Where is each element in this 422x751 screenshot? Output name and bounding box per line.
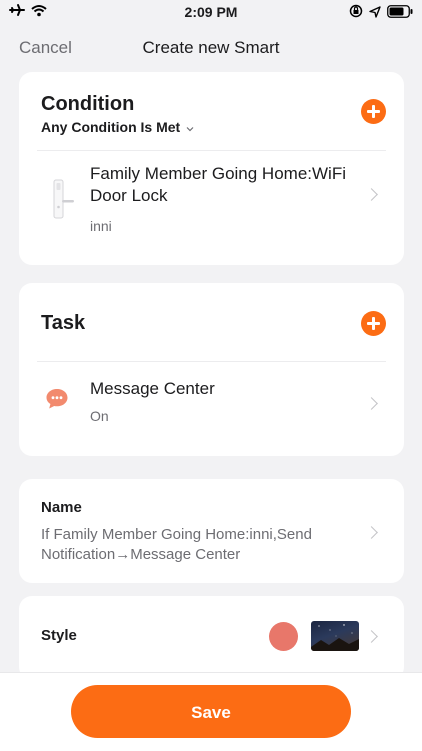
name-label: Name (41, 499, 82, 516)
add-condition-button[interactable] (361, 99, 386, 124)
condition-title: Condition (41, 93, 135, 115)
save-bar: Save (0, 672, 422, 751)
add-task-button[interactable] (361, 311, 386, 336)
condition-item[interactable]: Family Member Going Home:WiFi Door Lock … (19, 151, 404, 265)
name-card[interactable]: Name If Family Member Going Home:inni,Se… (19, 479, 404, 583)
location-icon (369, 5, 381, 23)
page-title: Create new Smart (142, 38, 280, 57)
chevron-right-icon (365, 397, 378, 410)
task-card: Task Message Center On (19, 283, 404, 456)
task-title: Task (41, 312, 86, 334)
name-value: If Family Member Going Home:inni,Send No… (41, 526, 312, 563)
battery-icon (387, 4, 413, 23)
task-item-subtitle: On (90, 408, 109, 424)
message-center-icon (45, 387, 69, 416)
orientation-lock-icon (349, 4, 363, 23)
status-right (349, 4, 413, 23)
nav-bar: Cancel Create new Smart (0, 30, 422, 66)
status-bar: 2:09 PM (0, 0, 422, 26)
condition-mode-label: Any Condition Is Met (41, 119, 181, 135)
chevron-right-icon (365, 526, 378, 539)
chevron-right-icon (365, 630, 378, 643)
chevron-down-icon (186, 119, 194, 135)
style-card[interactable]: Style (19, 596, 404, 680)
style-label: Style (41, 627, 77, 644)
door-lock-icon (49, 179, 75, 224)
style-background-thumbnail[interactable] (311, 621, 359, 651)
save-button[interactable]: Save (71, 685, 351, 738)
condition-item-title: Family Member Going Home:WiFi Door Lock (90, 164, 346, 205)
task-item-title: Message Center (90, 379, 215, 398)
condition-item-subtitle: inni (90, 218, 112, 234)
condition-card: Condition Any Condition Is Met Family Me… (19, 72, 404, 265)
task-item[interactable]: Message Center On (19, 362, 404, 456)
style-color-swatch[interactable] (269, 622, 298, 651)
condition-mode-dropdown[interactable]: Any Condition Is Met (41, 119, 194, 135)
